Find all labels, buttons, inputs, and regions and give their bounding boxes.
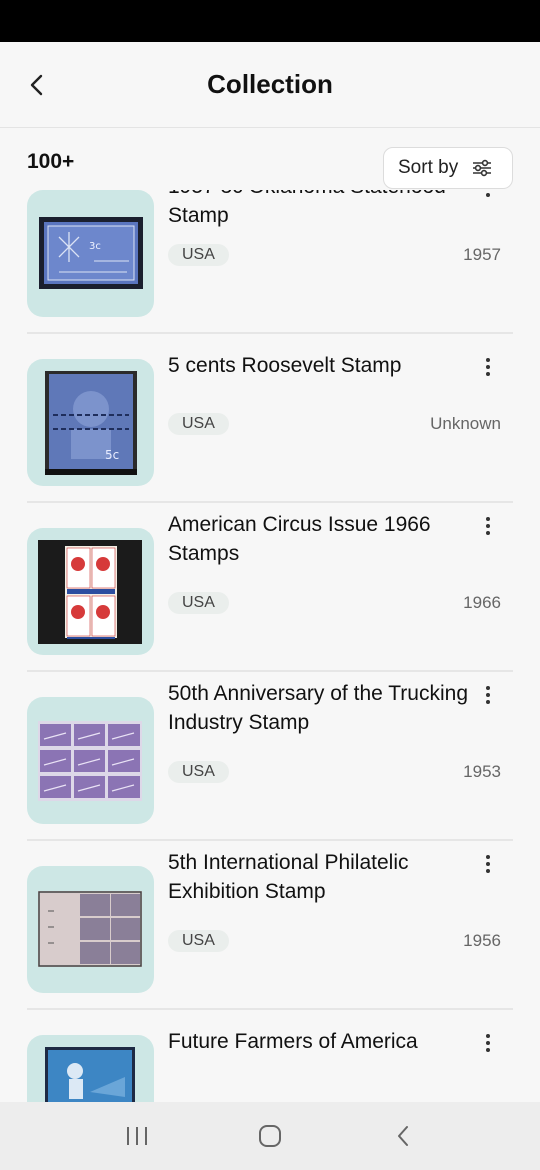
more-options-button[interactable] (474, 353, 502, 381)
item-title: 5 cents Roosevelt Stamp (168, 354, 402, 377)
item-title: Future Farmers of America (168, 1030, 418, 1053)
stamp-image (38, 721, 142, 801)
more-options-button[interactable] (474, 1029, 502, 1057)
stamp-image: 3c (39, 217, 143, 289)
sliders-icon (473, 159, 492, 177)
list-item[interactable]: 5th International Philatelic Exhibition … (0, 841, 540, 1010)
stamp-image (38, 891, 142, 967)
item-year: 1957 (463, 245, 501, 264)
more-vertical-icon (486, 855, 490, 873)
country-tag: USA (168, 244, 229, 266)
country-tag: USA (168, 592, 229, 614)
stamp-thumbnail: 5c (27, 359, 154, 486)
more-vertical-icon (486, 193, 490, 197)
stamp-thumbnail (27, 866, 154, 993)
item-year: 1956 (463, 931, 501, 950)
page-title: Collection (207, 69, 333, 99)
chevron-left-icon (30, 74, 43, 96)
stamp-thumbnail (27, 697, 154, 824)
sort-label: Sort by (398, 157, 459, 178)
recent-apps-icon (126, 1127, 147, 1145)
more-vertical-icon (486, 517, 490, 535)
list-toolbar: 100+ Sort by (0, 128, 540, 190)
app-bar: Collection (0, 42, 540, 128)
more-options-button[interactable] (474, 850, 502, 878)
stamp-image: 5c (45, 371, 137, 475)
more-vertical-icon (486, 358, 490, 376)
list-item[interactable]: 50th Anniversary of the Trucking Industr… (0, 672, 540, 841)
item-count: 100+ (27, 150, 75, 173)
svg-text:3c: 3c (89, 241, 101, 252)
system-back-button[interactable] (383, 1116, 423, 1156)
sort-button[interactable]: Sort by (383, 147, 513, 189)
stamp-image (45, 1047, 135, 1102)
item-title: 5th International Philatelic Exhibition … (168, 851, 409, 903)
stamp-thumbnail: 3c (27, 190, 154, 317)
item-title: 1957 3c Oklahoma Statehood Stamp (168, 190, 446, 227)
stamp-list: 3c 1957 3c Oklahoma Statehood Stamp USA … (0, 190, 540, 1102)
back-arrow-icon (398, 1126, 409, 1146)
stamp-thumbnail (27, 1035, 154, 1102)
list-item[interactable]: 5c 5 cents Roosevelt Stamp USA Unknown (0, 334, 540, 503)
item-year: Unknown (430, 414, 501, 433)
more-vertical-icon (486, 686, 490, 704)
more-options-button[interactable] (474, 512, 502, 540)
home-button[interactable] (250, 1116, 290, 1156)
more-options-button[interactable] (474, 681, 502, 709)
svg-text:5c: 5c (105, 448, 119, 462)
status-bar (0, 0, 540, 42)
system-navigation-bar (0, 1102, 540, 1170)
list-item[interactable]: American Circus Issue 1966 Stamps USA 19… (0, 503, 540, 672)
more-vertical-icon (486, 1034, 490, 1052)
country-tag: USA (168, 761, 229, 783)
recent-apps-button[interactable] (117, 1116, 157, 1156)
home-icon (258, 1125, 281, 1147)
list-item[interactable]: Future Farmers of America (0, 1010, 540, 1102)
stamp-thumbnail (27, 528, 154, 655)
country-tag: USA (168, 930, 229, 952)
back-button[interactable] (18, 66, 56, 104)
item-year: 1966 (463, 593, 501, 612)
stamp-image (38, 540, 142, 644)
country-tag: USA (168, 413, 229, 435)
list-item[interactable]: 3c 1957 3c Oklahoma Statehood Stamp USA … (0, 190, 540, 334)
item-title: 50th Anniversary of the Trucking Industr… (168, 682, 468, 734)
item-title: American Circus Issue 1966 Stamps (168, 513, 431, 565)
item-year: 1953 (463, 762, 501, 781)
more-options-button[interactable] (474, 190, 502, 202)
